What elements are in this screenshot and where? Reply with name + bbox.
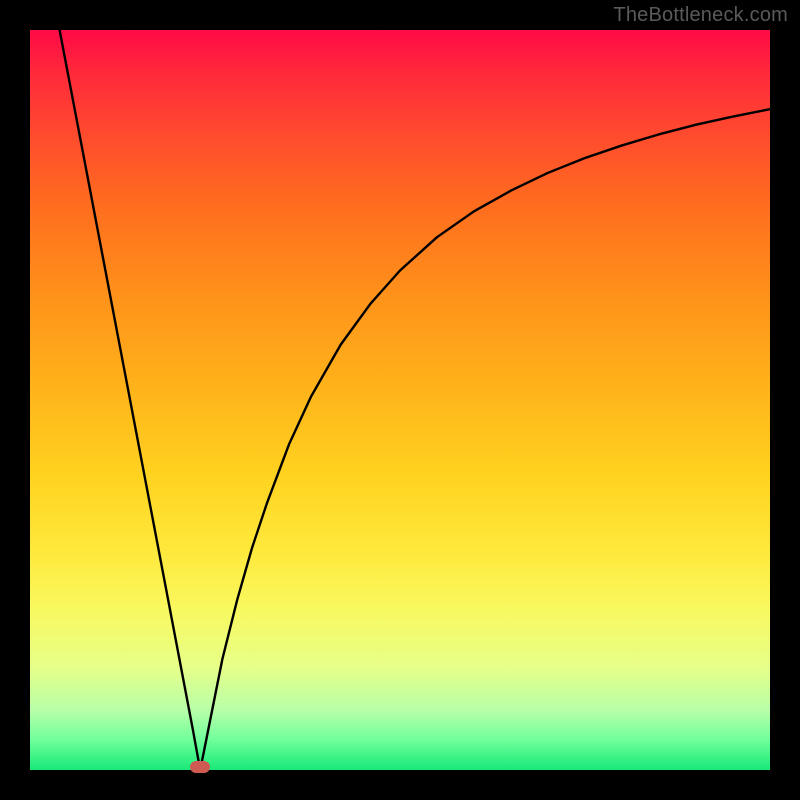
chart-frame: TheBottleneck.com bbox=[0, 0, 800, 800]
bottleneck-curve bbox=[60, 30, 770, 770]
watermark-text: TheBottleneck.com bbox=[613, 4, 788, 27]
plot-area bbox=[30, 30, 770, 770]
min-point-marker bbox=[190, 761, 210, 773]
curve-svg bbox=[30, 30, 770, 770]
